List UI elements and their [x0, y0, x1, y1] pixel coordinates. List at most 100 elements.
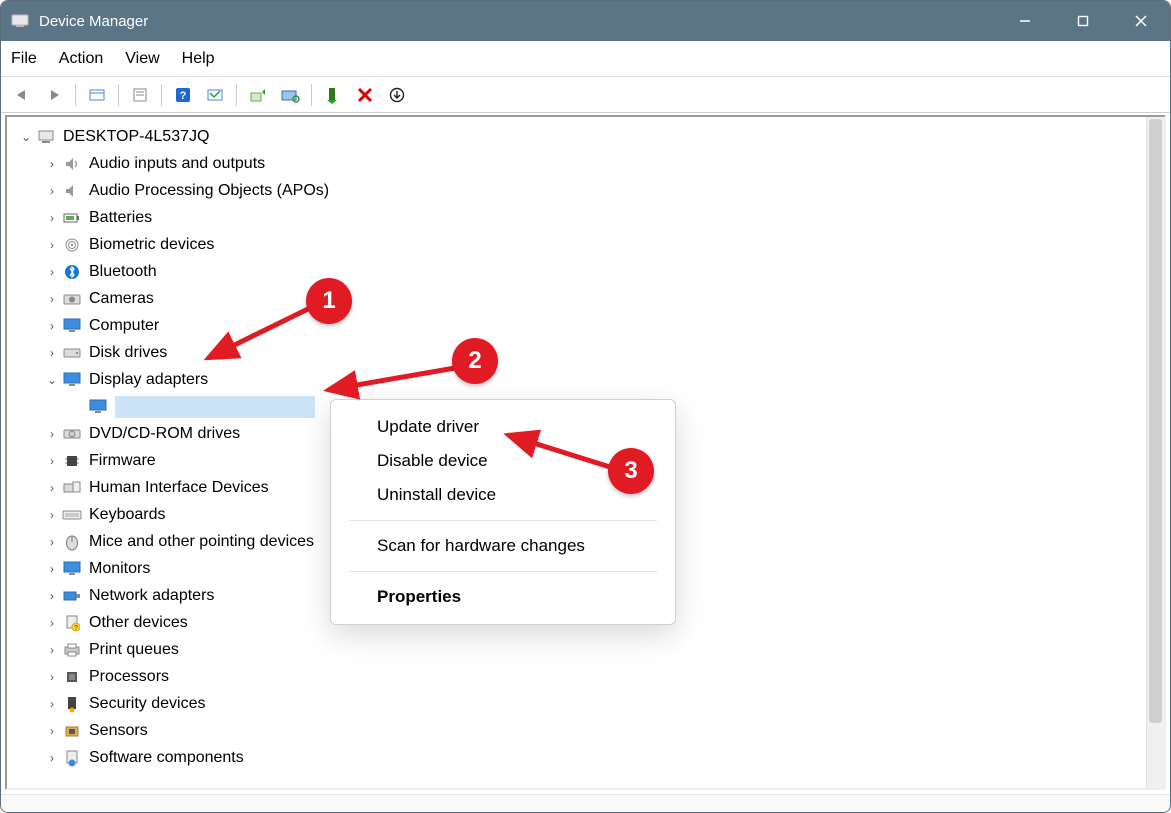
tree-label: Software components — [89, 749, 244, 767]
mouse-icon — [61, 532, 83, 552]
chevron-right-icon[interactable]: › — [43, 697, 61, 711]
tree-node-security[interactable]: › Security devices — [17, 690, 1142, 717]
chevron-down-icon[interactable]: ⌄ — [43, 373, 61, 387]
tree-node-biometric[interactable]: › Biometric devices — [17, 231, 1142, 258]
ctx-update-driver[interactable]: Update driver — [331, 410, 675, 444]
callout-3: 3 — [608, 448, 654, 494]
tree-label: Batteries — [89, 209, 152, 227]
maximize-button[interactable] — [1054, 1, 1112, 41]
tree-node-sensors[interactable]: › Sensors — [17, 717, 1142, 744]
tree-label: Other devices — [89, 614, 188, 632]
statusbar — [1, 794, 1170, 812]
monitor-icon — [61, 316, 83, 336]
chevron-right-icon[interactable]: › — [43, 157, 61, 171]
chevron-right-icon[interactable]: › — [43, 481, 61, 495]
properties-button[interactable] — [200, 81, 230, 109]
tree-node-batteries[interactable]: › Batteries — [17, 204, 1142, 231]
tree-label: Biometric devices — [89, 236, 214, 254]
tree-label-selected — [115, 396, 315, 418]
chevron-right-icon[interactable]: › — [43, 670, 61, 684]
uninstall-button[interactable] — [350, 81, 380, 109]
chevron-right-icon[interactable]: › — [43, 454, 61, 468]
svg-text:?: ? — [180, 90, 187, 102]
menu-action[interactable]: Action — [59, 50, 103, 68]
menu-help[interactable]: Help — [182, 50, 215, 68]
chevron-right-icon[interactable]: › — [43, 535, 61, 549]
chevron-right-icon[interactable]: › — [43, 319, 61, 333]
speaker-icon — [61, 181, 83, 201]
chevron-down-icon[interactable]: ⌄ — [17, 130, 35, 144]
close-button[interactable] — [1112, 1, 1170, 41]
toolbar: ? — [1, 77, 1170, 113]
vertical-scrollbar[interactable] — [1146, 117, 1164, 788]
properties-sheet-button[interactable] — [125, 81, 155, 109]
tree-node-bluetooth[interactable]: › Bluetooth — [17, 258, 1142, 285]
speaker-icon — [61, 154, 83, 174]
tree-label: Security devices — [89, 695, 206, 713]
more-button[interactable] — [382, 81, 412, 109]
tree-node-audio-inputs[interactable]: › Audio inputs and outputs — [17, 150, 1142, 177]
network-adapter-icon — [61, 586, 83, 606]
chevron-right-icon[interactable]: › — [43, 427, 61, 441]
menu-file[interactable]: File — [11, 50, 37, 68]
tree-label: Keyboards — [89, 506, 166, 524]
show-hidden-button[interactable] — [82, 81, 112, 109]
tree-label: Monitors — [89, 560, 150, 578]
context-menu: Update driver Disable device Uninstall d… — [330, 399, 676, 625]
camera-icon — [61, 289, 83, 309]
scan-hardware-button[interactable] — [275, 81, 305, 109]
tree-root[interactable]: ⌄ DESKTOP-4L537JQ — [17, 123, 1142, 150]
ctx-properties[interactable]: Properties — [331, 580, 675, 614]
tree-label: Network adapters — [89, 587, 214, 605]
chevron-right-icon[interactable]: › — [43, 508, 61, 522]
menu-view[interactable]: View — [125, 50, 159, 68]
chip-icon — [61, 451, 83, 471]
chevron-right-icon[interactable]: › — [43, 616, 61, 630]
tree-node-display-adapters[interactable]: ⌄ Display adapters — [17, 366, 1142, 393]
chevron-right-icon[interactable]: › — [43, 562, 61, 576]
cpu-icon — [61, 667, 83, 687]
chevron-right-icon[interactable]: › — [43, 346, 61, 360]
app-icon — [11, 12, 29, 30]
chevron-right-icon[interactable]: › — [43, 265, 61, 279]
tree-node-processors[interactable]: › Processors — [17, 663, 1142, 690]
printer-icon — [61, 640, 83, 660]
monitor-icon — [61, 559, 83, 579]
forward-button[interactable] — [39, 81, 69, 109]
tree-root-label: DESKTOP-4L537JQ — [63, 128, 209, 146]
svg-text:?: ? — [74, 625, 78, 632]
ctx-scan-hardware[interactable]: Scan for hardware changes — [331, 529, 675, 563]
minimize-button[interactable] — [996, 1, 1054, 41]
chevron-right-icon[interactable]: › — [43, 724, 61, 738]
tree-label: Audio inputs and outputs — [89, 155, 265, 173]
cdrom-icon — [61, 424, 83, 444]
back-button[interactable] — [7, 81, 37, 109]
chevron-right-icon[interactable]: › — [43, 292, 61, 306]
tree-label: Computer — [89, 317, 159, 335]
callout-2: 2 — [452, 338, 498, 384]
chevron-right-icon[interactable]: › — [43, 643, 61, 657]
sensor-icon — [61, 721, 83, 741]
chevron-right-icon[interactable]: › — [43, 184, 61, 198]
window-title: Device Manager — [39, 13, 148, 30]
chevron-right-icon[interactable]: › — [43, 238, 61, 252]
callout-1: 1 — [306, 278, 352, 324]
enable-device-button[interactable] — [318, 81, 348, 109]
computer-icon — [35, 127, 57, 147]
keyboard-icon — [61, 505, 83, 525]
tree-node-cameras[interactable]: › Cameras — [17, 285, 1142, 312]
tree-node-software[interactable]: › Software components — [17, 744, 1142, 771]
tree-node-audio-apos[interactable]: › Audio Processing Objects (APOs) — [17, 177, 1142, 204]
battery-icon — [61, 208, 83, 228]
menubar: File Action View Help — [1, 41, 1170, 77]
chevron-right-icon[interactable]: › — [43, 751, 61, 765]
chevron-right-icon[interactable]: › — [43, 589, 61, 603]
tree-node-computer[interactable]: › Computer — [17, 312, 1142, 339]
disk-icon — [61, 343, 83, 363]
tree-node-disk[interactable]: › Disk drives — [17, 339, 1142, 366]
scroll-thumb[interactable] — [1149, 119, 1162, 723]
tree-node-print[interactable]: › Print queues — [17, 636, 1142, 663]
chevron-right-icon[interactable]: › — [43, 211, 61, 225]
update-driver-button[interactable] — [243, 81, 273, 109]
help-button[interactable]: ? — [168, 81, 198, 109]
